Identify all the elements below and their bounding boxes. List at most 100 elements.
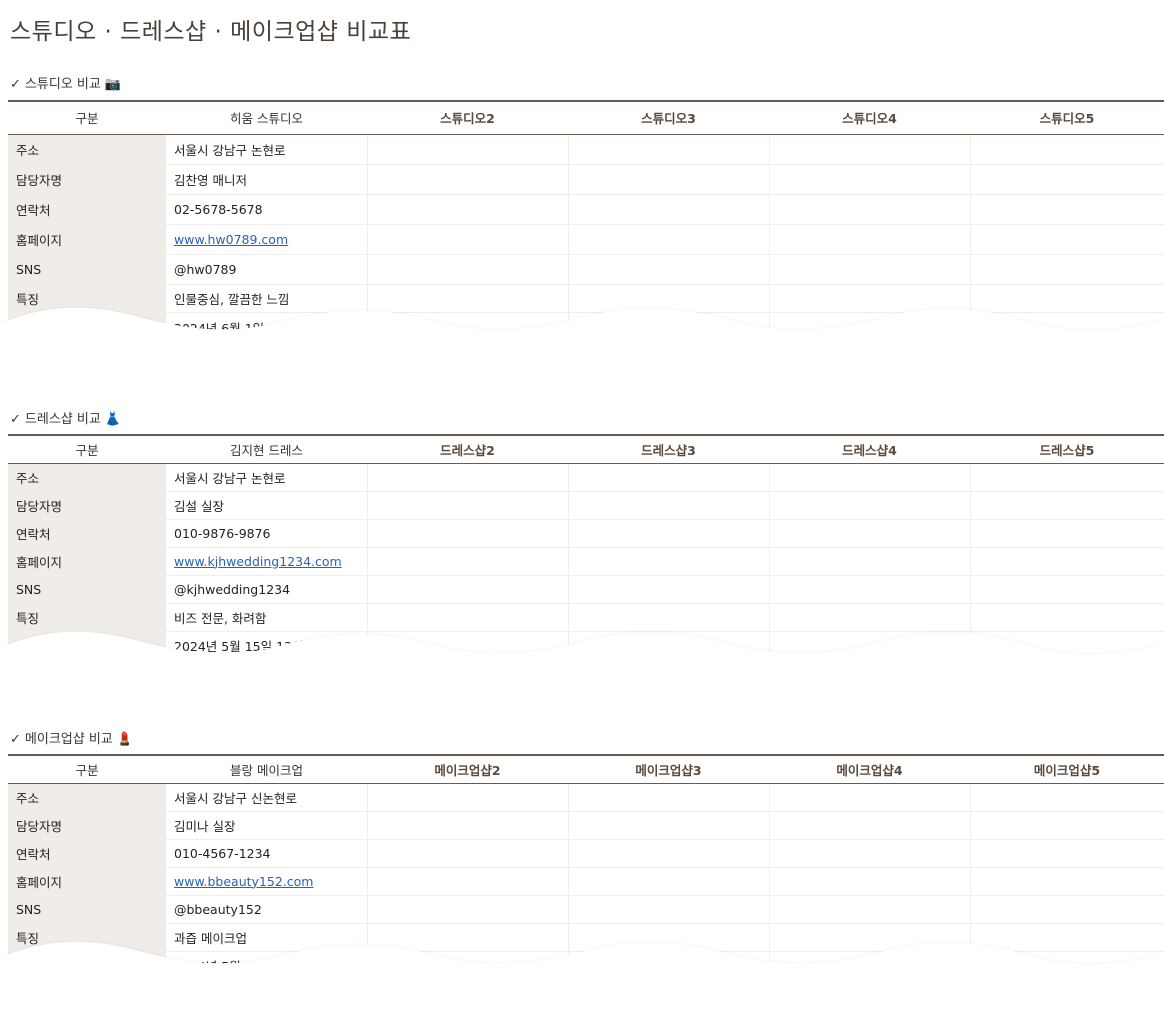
table-cell[interactable]: 과즙 메이크업 [166, 922, 368, 952]
table-cell[interactable] [970, 519, 1164, 548]
homepage-link[interactable]: www.hw0789.com [174, 232, 288, 247]
table-cell[interactable]: 서울시 강남구 논현로 [166, 134, 368, 165]
table-cell[interactable] [970, 254, 1164, 285]
table-cell[interactable] [367, 194, 569, 225]
table-cell[interactable]: 서울시 강남구 신논현로 [166, 783, 368, 812]
column-header[interactable]: 드레스샵4 [769, 434, 970, 464]
table-cell[interactable] [568, 463, 770, 492]
homepage-link[interactable]: www.kjhwedding1234.com [174, 554, 342, 569]
table-cell[interactable] [769, 283, 971, 313]
table-cell[interactable] [970, 283, 1164, 313]
table-cell[interactable] [568, 519, 770, 548]
column-header[interactable]: 메이크업샵5 [970, 754, 1164, 784]
table-cell[interactable] [568, 283, 770, 313]
table-cell[interactable]: 김미나 실장 [166, 811, 368, 840]
table-cell[interactable] [769, 547, 971, 576]
table-cell[interactable] [970, 491, 1164, 520]
table-cell[interactable] [970, 602, 1164, 632]
column-header[interactable]: 메이크업샵2 [367, 754, 568, 784]
table-cell[interactable] [970, 631, 1164, 660]
table-cell[interactable] [367, 254, 569, 285]
table-cell[interactable] [568, 312, 770, 343]
table-cell[interactable] [970, 783, 1164, 812]
table-cell[interactable] [568, 224, 770, 255]
table-cell[interactable] [367, 283, 569, 313]
table-cell[interactable] [367, 224, 569, 255]
table-cell[interactable] [970, 922, 1164, 952]
table-cell[interactable] [367, 312, 569, 343]
table-cell[interactable]: 서울시 강남구 논현로 [166, 463, 368, 492]
column-header[interactable]: 메이크업샵3 [568, 754, 769, 784]
table-cell[interactable] [970, 895, 1164, 924]
table-cell[interactable] [970, 463, 1164, 492]
table-cell[interactable] [970, 134, 1164, 165]
table-cell[interactable] [568, 164, 770, 195]
table-cell[interactable]: 02-5678-5678 [166, 194, 368, 225]
table-cell[interactable]: www.hw0789.com [166, 224, 368, 255]
table-cell[interactable]: 김설 실장 [166, 491, 368, 520]
column-header[interactable]: 스튜디오2 [367, 100, 568, 135]
table-cell[interactable] [970, 839, 1164, 868]
table-cell[interactable] [367, 519, 569, 548]
table-cell[interactable] [568, 254, 770, 285]
table-cell[interactable] [769, 951, 971, 980]
column-header[interactable]: 드레스샵3 [568, 434, 769, 464]
table-cell[interactable] [568, 134, 770, 165]
table-cell[interactable] [769, 194, 971, 225]
homepage-link[interactable]: www.bbeauty152.com [174, 874, 313, 889]
column-header[interactable]: 드레스샵5 [970, 434, 1164, 464]
table-cell[interactable] [970, 164, 1164, 195]
table-cell[interactable] [970, 312, 1164, 343]
table-cell[interactable]: www.kjhwedding1234.com [166, 547, 368, 576]
table-cell[interactable]: 010-4567-1234 [166, 839, 368, 868]
column-header[interactable]: 스튜디오3 [568, 100, 769, 135]
table-cell[interactable] [769, 631, 971, 660]
table-cell[interactable] [769, 224, 971, 255]
table-cell[interactable]: 김찬영 매니저 [166, 164, 368, 195]
table-cell[interactable] [769, 519, 971, 548]
table-cell[interactable] [367, 602, 569, 632]
table-cell[interactable] [769, 312, 971, 343]
column-header[interactable]: 메이크업샵4 [769, 754, 970, 784]
table-cell[interactable] [769, 164, 971, 195]
table-cell[interactable] [367, 811, 569, 840]
column-header[interactable]: 김지현 드레스 [166, 434, 367, 464]
table-cell[interactable] [970, 867, 1164, 896]
table-cell[interactable] [568, 547, 770, 576]
table-cell[interactable] [568, 839, 770, 868]
table-cell[interactable] [769, 811, 971, 840]
table-cell[interactable] [769, 867, 971, 896]
table-cell[interactable]: @hw0789 [166, 254, 368, 285]
table-cell[interactable] [970, 194, 1164, 225]
table-cell[interactable] [367, 164, 569, 195]
table-cell[interactable] [568, 575, 770, 604]
table-cell[interactable] [769, 463, 971, 492]
table-cell[interactable] [769, 895, 971, 924]
table-cell[interactable] [970, 224, 1164, 255]
table-cell[interactable] [568, 491, 770, 520]
table-cell[interactable] [970, 811, 1164, 840]
table-cell[interactable] [769, 491, 971, 520]
table-cell[interactable] [769, 254, 971, 285]
table-cell[interactable]: 010-9876-9876 [166, 519, 368, 548]
table-cell[interactable]: www.bbeauty152.com [166, 867, 368, 896]
table-cell[interactable] [970, 547, 1164, 576]
table-cell[interactable] [769, 783, 971, 812]
table-cell[interactable] [769, 575, 971, 604]
table-cell[interactable] [568, 783, 770, 812]
table-cell[interactable]: @bbeauty152 [166, 895, 368, 924]
table-cell[interactable] [367, 463, 569, 492]
table-cell[interactable] [568, 602, 770, 632]
table-cell[interactable] [568, 811, 770, 840]
table-cell[interactable] [367, 783, 569, 812]
table-cell[interactable] [568, 631, 770, 660]
table-cell[interactable]: @kjhwedding1234 [166, 575, 368, 604]
table-cell[interactable] [769, 134, 971, 165]
table-cell[interactable]: 2024년 5월 15일 13시 [166, 631, 368, 660]
table-cell[interactable] [367, 134, 569, 165]
table-cell[interactable] [367, 951, 569, 980]
column-header[interactable]: 스튜디오5 [970, 100, 1164, 135]
table-cell[interactable] [769, 602, 971, 632]
table-cell[interactable]: 2024년 5월 15일 0 [166, 951, 368, 980]
column-header[interactable]: 스튜디오4 [769, 100, 970, 135]
